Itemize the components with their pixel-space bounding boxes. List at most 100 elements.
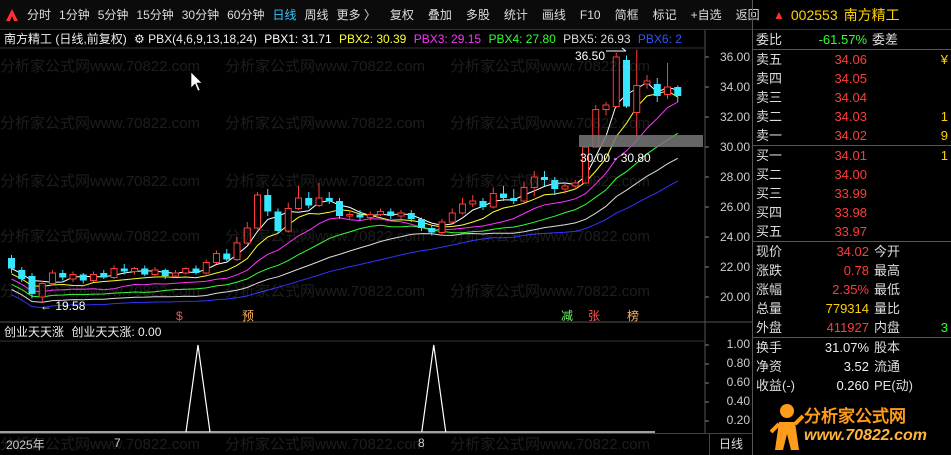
candle-body-up [643, 80, 651, 85]
year-label: 2025年 [6, 438, 45, 452]
candle-body-down [325, 198, 333, 201]
candle-body-down [100, 273, 108, 278]
ask-row[interactable]: 卖二 34.03 1 [753, 107, 951, 126]
ask-label: 卖一 [756, 128, 783, 143]
candle-body-down [79, 274, 87, 281]
quote-value: 2.35% [832, 282, 869, 297]
date-axis: 2025年 7 8 [0, 433, 752, 455]
candle-body-down [510, 198, 518, 201]
candle-body-up [131, 268, 138, 272]
ask-row[interactable]: 卖五 34.06 ¥ [753, 50, 951, 69]
bid-row[interactable]: 买四 33.98 [753, 203, 951, 222]
candle-body-up [90, 274, 97, 281]
bid-price: 34.01 [834, 148, 867, 163]
ask-label: 卖二 [756, 109, 783, 124]
quote-extra: 3 [940, 320, 948, 335]
fund-row: 换手 31.07% 股本 [753, 338, 951, 357]
quote-row: 涨跌 0.78 最高 [753, 261, 951, 280]
bid-row[interactable]: 买三 33.99 [753, 184, 951, 203]
ask-volume: 9 [940, 128, 948, 143]
price-box-label: 30.00 - 30.80 [580, 151, 651, 165]
indicator-value: 创业天天涨: 0.00 [71, 325, 162, 339]
fund-row: 收益(-) 0.260 PE(动) [753, 376, 951, 395]
bid-row[interactable]: 买五 33.97 [753, 222, 951, 241]
fund-value: 31.07% [824, 340, 869, 355]
quote-label: 现价 [756, 244, 783, 259]
candle-body-up [213, 253, 220, 263]
indicator-tick: 0.20 [726, 413, 750, 427]
ask-row[interactable]: 卖四 34.05 [753, 69, 951, 88]
candle-body-down [28, 276, 36, 294]
candle-body-up [202, 262, 210, 274]
brand-name: 分析家公式网 [804, 407, 906, 426]
candle-body-up [633, 85, 641, 113]
event-marker: 预 [242, 309, 254, 323]
fund-value: 0.260 [836, 378, 869, 393]
mouse-cursor-icon [190, 71, 203, 92]
stock-header: ▲ 002553 南方精工 [753, 0, 951, 30]
candle-body-down [305, 198, 313, 206]
quote-label-2: 最高 [874, 263, 901, 278]
indicator-tick: 0.60 [726, 375, 750, 389]
candle-body-up [469, 200, 477, 205]
kline-chart[interactable]: 30.00 - 30.80 36.50 ← 19.58 $ 预 减 张 榜 [0, 0, 752, 433]
bid-row[interactable]: 买一 34.01 1 [753, 146, 951, 165]
indicator-name[interactable]: 创业天天涨 [4, 325, 64, 339]
candle-body-up [561, 185, 569, 190]
ask-row[interactable]: 卖三 34.04 [753, 88, 951, 107]
ask-price: 34.03 [834, 109, 867, 124]
ask-price: 34.04 [834, 90, 867, 105]
quote-label: 涨跌 [756, 263, 783, 278]
candle-body-up [182, 268, 190, 274]
candle-body-up [571, 182, 579, 187]
fund-row: 净资 3.52 流通 [753, 357, 951, 376]
brand-url: www.70822.com [804, 427, 928, 444]
quote-value: 34.02 [836, 244, 869, 259]
bid-price: 33.97 [834, 224, 867, 239]
candle-body-up [295, 197, 302, 209]
candle-body-down [479, 201, 487, 207]
candle-body-down [653, 84, 661, 96]
bid-volume [867, 184, 951, 203]
quote-row: 现价 34.02 今开 [753, 242, 951, 261]
period-tab-daily[interactable]: 日线 [709, 433, 752, 455]
fund-value: 3.52 [843, 359, 869, 374]
price-tick: 30.00 [719, 140, 750, 154]
candle-body-up [346, 214, 354, 217]
ask-volume: ¥ [940, 52, 948, 67]
bid-label: 买二 [756, 167, 783, 182]
up-arrow-icon: ▲ [773, 7, 785, 22]
candle-body-down [141, 268, 149, 275]
ask-row[interactable]: 卖一 34.02 9 [753, 126, 951, 145]
quote-panel: ▲ 002553 南方精工 委比 -61.57% 委差 卖五 34.06 ¥ 卖四 3… [752, 0, 951, 455]
quote-label-2: 量比 [874, 301, 901, 316]
candle-body-down [356, 214, 364, 218]
candle-body-down [8, 258, 15, 269]
weicha-label: 委差 [872, 32, 899, 47]
price-box-zone [579, 135, 703, 147]
month-label-8: 8 [418, 436, 425, 450]
candle-body-down [223, 253, 231, 260]
bid-row[interactable]: 买二 34.00 [753, 165, 951, 184]
price-tick: 20.00 [719, 290, 750, 304]
quote-value: 411927 [826, 320, 869, 335]
bid-label: 买五 [756, 224, 783, 239]
candle-body-down [623, 60, 630, 107]
indicator-tick: 1.00 [726, 337, 750, 351]
quote-label: 涨幅 [756, 282, 783, 297]
indicator-spike [421, 344, 447, 433]
candle-body-up [172, 272, 179, 277]
price-tick: 22.00 [719, 260, 750, 274]
candle-body-up [397, 212, 405, 217]
ma-line-pbx2 [11, 90, 679, 288]
quote-label: 总量 [756, 301, 783, 316]
ma-line-pbx3 [11, 101, 679, 293]
bid-price: 33.98 [834, 205, 867, 220]
event-marker: $ [176, 309, 183, 323]
quote-value: 0.78 [843, 263, 869, 278]
candle-body-down [551, 180, 559, 189]
candle-body-up [69, 274, 77, 280]
candle-body-up [459, 203, 466, 214]
indicator-tick: 0.80 [726, 356, 750, 370]
quote-row: 外盘 411927 内盘 3 [753, 318, 951, 337]
